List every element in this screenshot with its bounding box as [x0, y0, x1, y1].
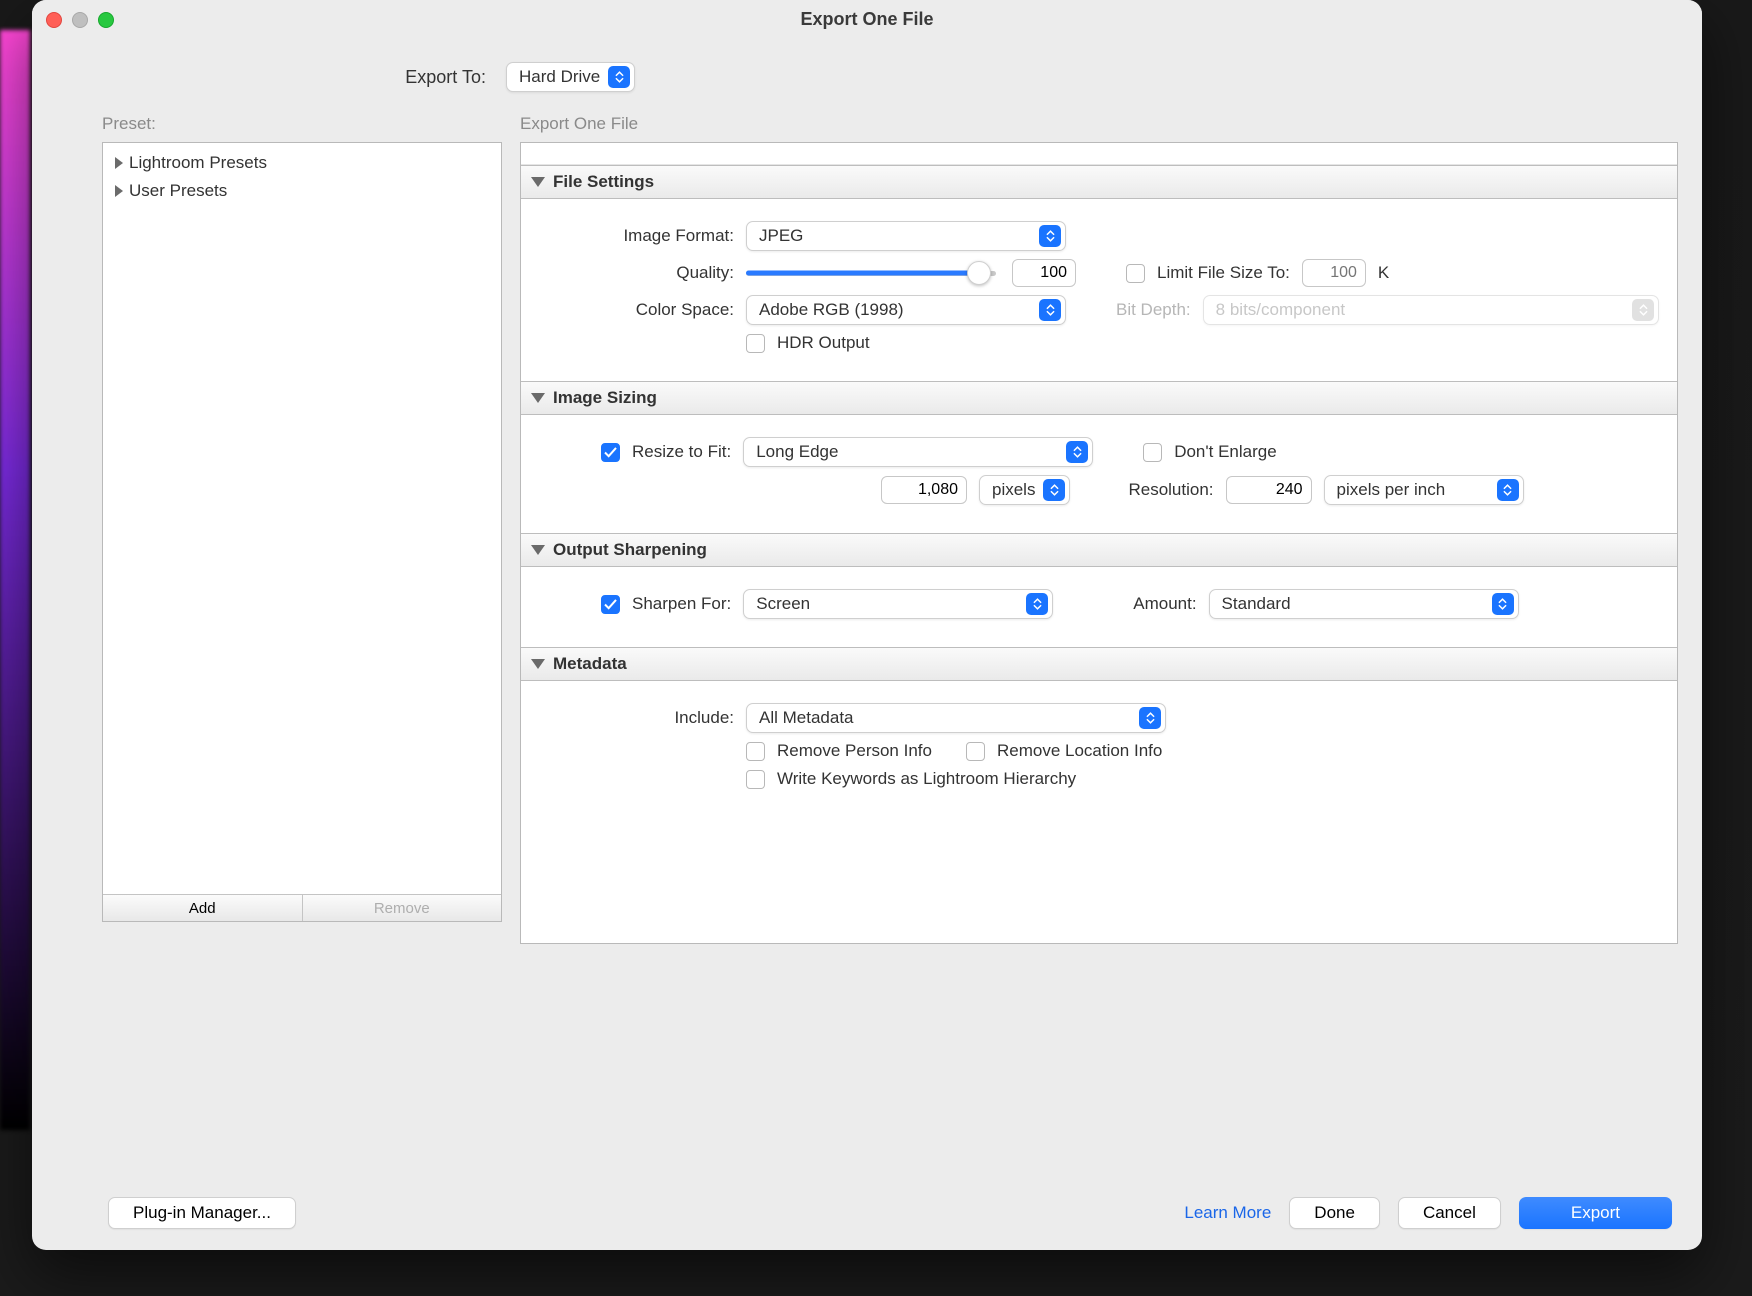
- resolution-unit-select[interactable]: pixels per inch: [1324, 475, 1524, 505]
- include-value: All Metadata: [759, 708, 1139, 728]
- preset-add-button[interactable]: Add: [103, 895, 303, 921]
- write-keywords-checkbox[interactable]: [746, 770, 765, 789]
- size-unit-select[interactable]: pixels: [979, 475, 1070, 505]
- include-select[interactable]: All Metadata: [746, 703, 1166, 733]
- image-format-select[interactable]: JPEG: [746, 221, 1066, 251]
- quality-label: Quality:: [539, 263, 734, 283]
- resolution-label: Resolution:: [1128, 480, 1213, 500]
- export-to-label: Export To:: [32, 67, 492, 88]
- hdr-output-label: HDR Output: [777, 333, 870, 353]
- limit-filesize-checkbox[interactable]: [1126, 264, 1145, 283]
- resize-to-fit-checkbox[interactable]: [601, 443, 620, 462]
- export-button[interactable]: Export: [1519, 1197, 1672, 1229]
- select-arrows-icon: [1066, 441, 1088, 463]
- size-unit-value: pixels: [992, 480, 1043, 500]
- section-file-settings-header[interactable]: File Settings: [521, 165, 1677, 199]
- amount-value: Standard: [1222, 594, 1492, 614]
- preset-remove-button: Remove: [303, 895, 502, 921]
- right-subtitle: Export One File: [520, 114, 1678, 142]
- image-format-label: Image Format:: [539, 226, 734, 246]
- select-arrows-icon: [1026, 593, 1048, 615]
- write-keywords-label: Write Keywords as Lightroom Hierarchy: [777, 769, 1076, 789]
- color-space-label: Color Space:: [539, 300, 734, 320]
- select-arrows-icon: [1039, 299, 1061, 321]
- titlebar: Export One File: [32, 0, 1702, 40]
- bit-depth-select: 8 bits/component: [1203, 295, 1659, 325]
- select-arrows-icon: [1139, 707, 1161, 729]
- remove-location-checkbox[interactable]: [966, 742, 985, 761]
- section-title: Output Sharpening: [553, 540, 707, 560]
- remove-person-label: Remove Person Info: [777, 741, 932, 761]
- export-to-select[interactable]: Hard Drive: [506, 62, 635, 92]
- sharpen-for-label: Sharpen For:: [632, 594, 731, 614]
- color-space-select[interactable]: Adobe RGB (1998): [746, 295, 1066, 325]
- sharpen-for-checkbox[interactable]: [601, 595, 620, 614]
- bit-depth-label: Bit Depth:: [1116, 300, 1191, 320]
- color-space-value: Adobe RGB (1998): [759, 300, 1039, 320]
- image-format-value: JPEG: [759, 226, 1039, 246]
- chevron-right-icon: [115, 157, 123, 169]
- dont-enlarge-checkbox[interactable]: [1143, 443, 1162, 462]
- chevron-down-icon: [531, 177, 545, 187]
- limit-filesize-unit: K: [1378, 263, 1389, 283]
- preset-item-label: User Presets: [129, 181, 227, 201]
- preset-item-label: Lightroom Presets: [129, 153, 267, 173]
- section-title: File Settings: [553, 172, 654, 192]
- preset-tree-item[interactable]: User Presets: [103, 177, 501, 205]
- chevron-down-icon: [531, 393, 545, 403]
- section-metadata-header[interactable]: Metadata: [521, 647, 1677, 681]
- quality-input[interactable]: [1012, 259, 1076, 287]
- settings-scroll-area[interactable]: File Settings Image Format: JPEG: [520, 142, 1678, 944]
- done-button[interactable]: Done: [1289, 1197, 1380, 1229]
- select-arrows-icon: [1043, 479, 1065, 501]
- section-image-sizing-header[interactable]: Image Sizing: [521, 381, 1677, 415]
- dont-enlarge-label: Don't Enlarge: [1174, 442, 1276, 462]
- select-arrows-icon: [1039, 225, 1061, 247]
- chevron-down-icon: [531, 659, 545, 669]
- resolution-input[interactable]: [1226, 476, 1312, 504]
- hdr-output-checkbox[interactable]: [746, 334, 765, 353]
- remove-location-label: Remove Location Info: [997, 741, 1162, 761]
- section-output-sharpening-header[interactable]: Output Sharpening: [521, 533, 1677, 567]
- bit-depth-value: 8 bits/component: [1216, 300, 1632, 320]
- plugin-manager-button[interactable]: Plug-in Manager...: [108, 1197, 296, 1229]
- amount-select[interactable]: Standard: [1209, 589, 1519, 619]
- select-arrows-icon: [1632, 299, 1654, 321]
- learn-more-link[interactable]: Learn More: [1184, 1203, 1271, 1223]
- sharpen-for-select[interactable]: Screen: [743, 589, 1053, 619]
- window-title: Export One File: [32, 9, 1702, 30]
- preset-header: Preset:: [102, 114, 502, 142]
- sharpen-for-value: Screen: [756, 594, 1026, 614]
- include-label: Include:: [539, 708, 734, 728]
- chevron-right-icon: [115, 185, 123, 197]
- quality-slider[interactable]: [746, 259, 996, 287]
- size-value-input[interactable]: [881, 476, 967, 504]
- resize-to-fit-value: Long Edge: [756, 442, 1066, 462]
- preset-tree-item[interactable]: Lightroom Presets: [103, 149, 501, 177]
- section-title: Image Sizing: [553, 388, 657, 408]
- cancel-button[interactable]: Cancel: [1398, 1197, 1501, 1229]
- resize-to-fit-label: Resize to Fit:: [632, 442, 731, 462]
- chevron-down-icon: [531, 545, 545, 555]
- resize-to-fit-select[interactable]: Long Edge: [743, 437, 1093, 467]
- limit-filesize-label: Limit File Size To:: [1157, 263, 1290, 283]
- amount-label: Amount:: [1133, 594, 1196, 614]
- resolution-unit-value: pixels per inch: [1337, 480, 1497, 500]
- preset-list-box: Lightroom Presets User Presets Add Remov…: [102, 142, 502, 922]
- select-arrows-icon: [608, 66, 630, 88]
- limit-filesize-input: [1302, 259, 1366, 287]
- export-dialog: Export One File Export To: Hard Drive Pr…: [32, 0, 1702, 1250]
- select-arrows-icon: [1492, 593, 1514, 615]
- section-title: Metadata: [553, 654, 627, 674]
- export-to-value: Hard Drive: [519, 67, 608, 87]
- select-arrows-icon: [1497, 479, 1519, 501]
- remove-person-checkbox[interactable]: [746, 742, 765, 761]
